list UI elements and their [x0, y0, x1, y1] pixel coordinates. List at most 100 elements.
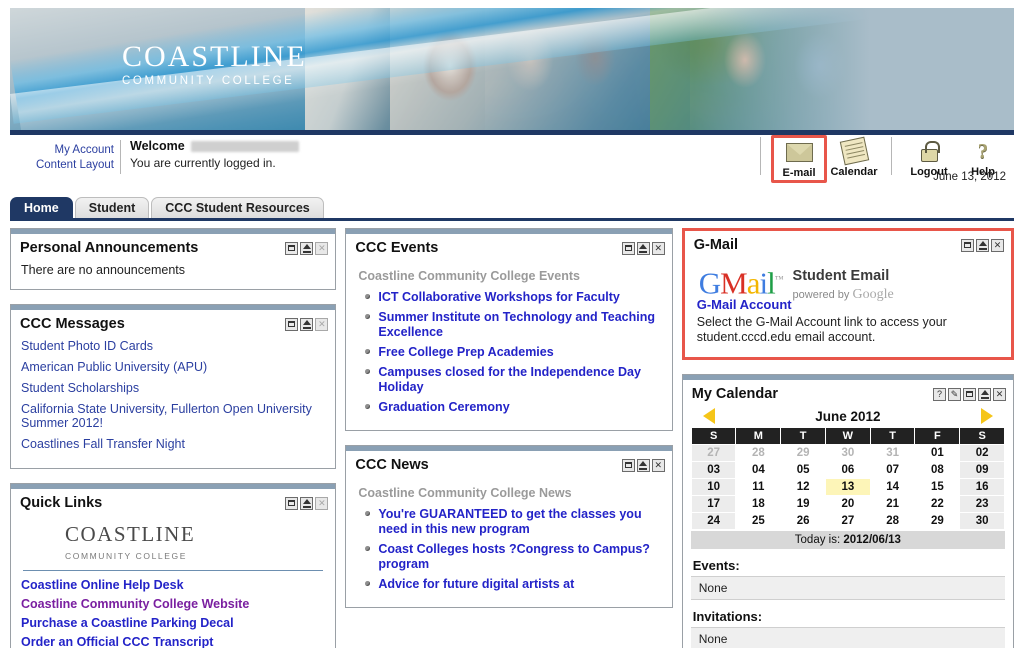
- calendar-day[interactable]: 29: [780, 444, 826, 462]
- calendar-day[interactable]: 14: [869, 478, 916, 496]
- calendar-day[interactable]: 29: [914, 512, 961, 530]
- personal-announcements-portlet: Personal Announcements ✕ There are no an…: [10, 228, 337, 290]
- calendar-day[interactable]: 02: [959, 444, 1005, 462]
- list-item[interactable]: Student Scholarships: [21, 381, 325, 395]
- list-item[interactable]: American Public University (APU): [21, 360, 325, 374]
- news-link[interactable]: Coast Colleges hosts ?Congress to Campus…: [378, 542, 661, 572]
- email-button[interactable]: E-mail: [771, 135, 827, 183]
- list-item[interactable]: Coastlines Fall Transfer Night: [21, 437, 325, 451]
- calendar-day[interactable]: 01: [914, 444, 961, 462]
- calendar-day[interactable]: 25: [735, 512, 782, 530]
- calendar-day[interactable]: 30: [824, 444, 871, 462]
- envelope-icon: [785, 138, 813, 166]
- list-item[interactable]: California State University, Fullerton O…: [21, 402, 325, 430]
- calendar-day[interactable]: 15: [914, 478, 961, 496]
- close-icon[interactable]: ✕: [651, 458, 665, 472]
- calendar-day[interactable]: 16: [959, 478, 1005, 496]
- calendar-day[interactable]: 11: [735, 478, 782, 496]
- calendar-day[interactable]: 09: [959, 461, 1005, 479]
- event-link[interactable]: Campuses closed for the Independence Day…: [378, 365, 661, 395]
- calendar-day[interactable]: 23: [959, 495, 1005, 513]
- next-month-arrow[interactable]: [981, 408, 993, 424]
- logo-line-1: COASTLINE: [122, 40, 307, 73]
- announcements-empty-text: There are no announcements: [21, 263, 185, 277]
- list-item[interactable]: Coastline Community College Website: [21, 595, 325, 614]
- calendar-day[interactable]: 07: [869, 461, 916, 479]
- event-link[interactable]: Graduation Ceremony: [378, 400, 661, 415]
- close-icon[interactable]: ✕: [993, 387, 1006, 401]
- restore-icon[interactable]: [621, 241, 635, 255]
- powered-by-label: powered by: [792, 289, 850, 301]
- calendar-day[interactable]: 20: [824, 495, 871, 513]
- gmail-letter-i: i: [759, 265, 768, 301]
- calendar-day[interactable]: 30: [959, 512, 1005, 530]
- previous-month-arrow[interactable]: [702, 408, 715, 424]
- today-prefix: Today is:: [794, 534, 841, 546]
- close-icon[interactable]: ✕: [651, 241, 665, 255]
- trademark-mark: ™: [774, 274, 784, 284]
- minimize-icon[interactable]: [976, 238, 989, 252]
- calendar-day[interactable]: 10: [690, 478, 737, 496]
- restore-icon[interactable]: [961, 238, 974, 252]
- ccc-events-title: CCC Events: [355, 240, 439, 256]
- calendar-day[interactable]: 08: [914, 461, 961, 479]
- restore-icon[interactable]: [285, 317, 299, 331]
- calendar-navigation: June 2012: [691, 407, 1005, 427]
- portlet-controls: ? ✎ ✕: [933, 387, 1006, 401]
- calendar-day[interactable]: 27: [824, 512, 871, 530]
- calendar-day[interactable]: 03: [690, 461, 737, 479]
- calendar-day[interactable]: 24: [690, 512, 737, 530]
- my-account-link[interactable]: My Account: [18, 143, 114, 158]
- minimize-icon[interactable]: [978, 387, 991, 401]
- restore-icon[interactable]: [285, 241, 299, 255]
- calendar-day[interactable]: 19: [780, 495, 826, 513]
- tab-ccc-student-resources[interactable]: CCC Student Resources: [151, 197, 324, 219]
- news-link[interactable]: You're GUARANTEED to get the classes you…: [378, 507, 661, 537]
- calendar-day[interactable]: 12: [780, 478, 826, 496]
- right-column: G-Mail ✕ GMail™ Student Email powered by…: [681, 228, 1014, 648]
- calendar-day[interactable]: 05: [780, 461, 826, 479]
- minimize-icon[interactable]: [300, 317, 314, 331]
- event-link[interactable]: ICT Collaborative Workshops for Faculty: [378, 290, 661, 305]
- calendar-day[interactable]: 28: [869, 512, 916, 530]
- restore-icon[interactable]: [621, 458, 635, 472]
- calendar-day[interactable]: 22: [914, 495, 961, 513]
- calendar-day[interactable]: 31: [869, 444, 916, 462]
- calendar-week-row: 24 25 26 27 28 29 30: [690, 512, 1005, 530]
- list-item[interactable]: Coastline Online Help Desk: [21, 576, 325, 595]
- minimize-icon[interactable]: [300, 496, 314, 510]
- calendar-button[interactable]: Calendar: [827, 135, 881, 178]
- calendar-day[interactable]: 28: [735, 444, 782, 462]
- close-icon[interactable]: ✕: [991, 238, 1004, 252]
- calendar-day-today[interactable]: 13: [824, 478, 871, 496]
- close-icon[interactable]: ✕: [315, 496, 329, 510]
- help-icon[interactable]: ?: [933, 387, 946, 401]
- gmail-letter-m: M: [720, 265, 748, 301]
- minimize-icon[interactable]: [636, 458, 650, 472]
- calendar-day[interactable]: 17: [690, 495, 737, 513]
- list-item: Advice for future digital artists at: [365, 577, 661, 592]
- minimize-icon[interactable]: [636, 241, 650, 255]
- close-icon[interactable]: ✕: [315, 241, 329, 255]
- content-layout-link[interactable]: Content Layout: [18, 158, 114, 173]
- list-item[interactable]: Purchase a Coastline Parking Decal: [21, 614, 325, 633]
- restore-icon[interactable]: [963, 387, 976, 401]
- event-link[interactable]: Summer Institute on Technology and Teach…: [378, 310, 661, 340]
- minimize-icon[interactable]: [300, 241, 314, 255]
- weekday-label: T: [780, 427, 826, 445]
- tab-home[interactable]: Home: [10, 197, 73, 219]
- calendar-day[interactable]: 04: [735, 461, 782, 479]
- restore-icon[interactable]: [285, 496, 299, 510]
- calendar-day[interactable]: 21: [869, 495, 916, 513]
- calendar-day[interactable]: 06: [824, 461, 871, 479]
- event-link[interactable]: Free College Prep Academies: [378, 345, 661, 360]
- calendar-day[interactable]: 18: [735, 495, 782, 513]
- calendar-day[interactable]: 27: [690, 444, 737, 462]
- list-item[interactable]: Student Photo ID Cards: [21, 339, 325, 353]
- edit-icon[interactable]: ✎: [948, 387, 961, 401]
- close-icon[interactable]: ✕: [315, 317, 329, 331]
- news-link[interactable]: Advice for future digital artists at: [378, 577, 661, 592]
- list-item[interactable]: Order an Official CCC Transcript: [21, 633, 325, 648]
- tab-student[interactable]: Student: [74, 197, 150, 219]
- calendar-day[interactable]: 26: [780, 512, 826, 530]
